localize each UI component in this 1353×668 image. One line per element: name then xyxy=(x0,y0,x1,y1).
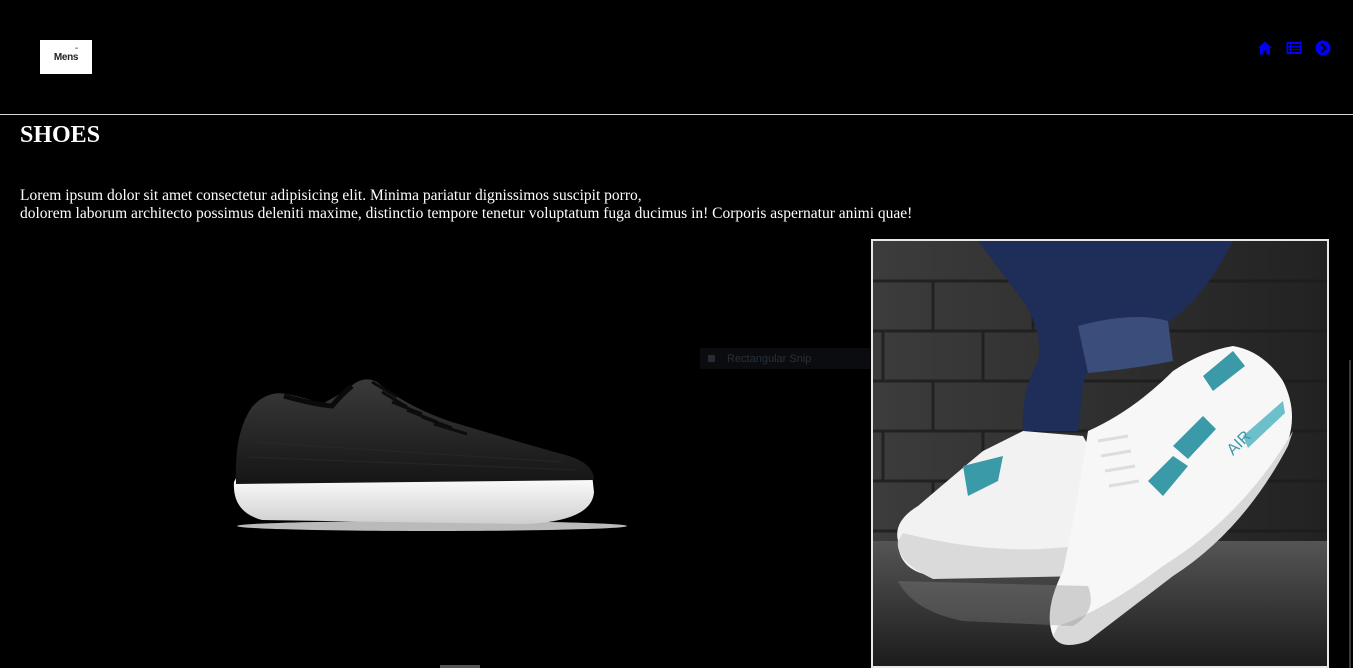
ghost-overlay-label: Rectangular Snip xyxy=(727,352,812,365)
page: ■■ Mens SHOES Lorem ipsum dolor sit amet… xyxy=(0,0,1353,668)
description-line: dolorem laborum architecto possimus dele… xyxy=(20,205,913,222)
page-title: SHOES xyxy=(20,122,101,148)
ghost-overlay: Rectangular Snip xyxy=(700,348,870,369)
home-icon[interactable] xyxy=(1257,40,1273,56)
description-line: Lorem ipsum dolor sit amet consectetur a… xyxy=(20,187,642,204)
scrollbar[interactable] xyxy=(1349,360,1351,668)
logo-text: Mens xyxy=(53,51,79,63)
list-icon[interactable] xyxy=(1286,40,1302,56)
description: Lorem ipsum dolor sit amet consectetur a… xyxy=(20,187,912,223)
header: ■■ Mens xyxy=(0,0,1353,115)
logo[interactable]: ■■ Mens xyxy=(40,40,92,74)
white-sneaker-photo: AIR xyxy=(871,239,1329,668)
black-sneaker-image xyxy=(222,362,632,542)
nav-icons xyxy=(1257,40,1331,56)
arrow-circle-right-icon[interactable] xyxy=(1315,40,1331,56)
